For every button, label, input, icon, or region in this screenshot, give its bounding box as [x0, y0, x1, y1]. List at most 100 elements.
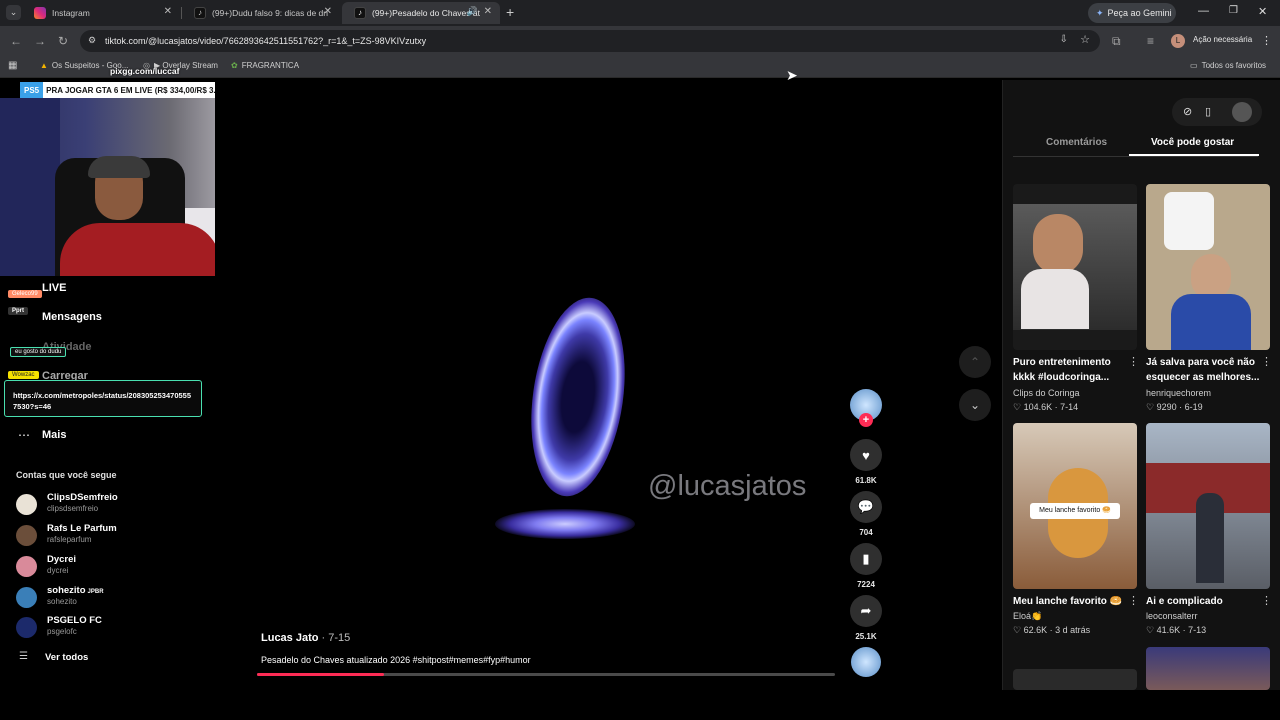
card-title[interactable]: Puro entretenimento kkkk #loudcoringa... [1013, 355, 1131, 385]
restore-button[interactable]: ❐ [1229, 5, 1238, 16]
account-name: Dycrei [47, 554, 77, 565]
reload-icon[interactable]: ↻ [58, 34, 68, 48]
account-item[interactable]: PSGELO FC psgelofc [16, 615, 216, 641]
tab-search-icon[interactable]: ⌄ [6, 5, 21, 20]
avatar[interactable]: L [1171, 34, 1185, 48]
back-icon[interactable]: ← [10, 34, 22, 48]
video-thumbnail[interactable] [1013, 184, 1137, 350]
chevron-down-icon: ⌄ [969, 398, 981, 412]
all-favorites[interactable]: ▭ Todos os favoritos [1190, 61, 1266, 70]
explore-icon[interactable]: ⊘ [1183, 105, 1192, 118]
more-icon[interactable]: ⋮ [1128, 355, 1139, 368]
extensions-icon[interactable]: ⧉ [1112, 34, 1121, 49]
like-button[interactable]: ♥ [850, 439, 882, 471]
tab-title: Instagram [52, 8, 90, 18]
card-title[interactable]: Meu lanche favorito 🥯 [1013, 594, 1131, 609]
media-icon[interactable]: ≡ [1147, 34, 1154, 48]
close-icon[interactable]: ✕ [324, 6, 332, 17]
tab-dudu[interactable]: ♪ (99+)Dudu falso 9: dicas de dri ✕ [182, 2, 340, 24]
link-popup[interactable]: https://x.com/metropoles/status/20830525… [4, 380, 202, 417]
card-title[interactable]: Já salva para você não esquecer as melho… [1146, 355, 1264, 385]
next-video-button[interactable]: ⌄ [959, 389, 991, 421]
nav-live[interactable]: LIVE [42, 282, 66, 294]
music-disc-icon[interactable] [851, 647, 881, 677]
tiktok-icon: ♪ [354, 7, 366, 19]
video-author[interactable]: Lucas Jato · 7-15 [261, 632, 350, 644]
person-shirt [60, 223, 220, 276]
install-icon[interactable]: ⇩ [1060, 34, 1068, 45]
action-needed-button[interactable]: Ação necessária [1193, 35, 1252, 44]
url-field[interactable]: ⚙ tiktok.com/@lucasjatos/video/766289364… [80, 30, 1100, 52]
account-item[interactable]: sohezito JPBR sohezito [16, 585, 216, 611]
avatar [16, 587, 37, 608]
account-name: PSGELO FC [47, 615, 102, 626]
progress-fill [257, 673, 385, 676]
account-name: ClipsDSemfreio [47, 492, 118, 503]
video-thumbnail[interactable] [1146, 423, 1270, 589]
account-item[interactable]: ClipsDSemfreio clipsdsemfreio [16, 492, 216, 518]
tab-title: (99+)Pesadelo do Chaves at [372, 8, 480, 18]
site-info-icon[interactable]: ⚙ [88, 35, 96, 46]
close-icon[interactable]: ✕ [484, 6, 492, 17]
list-icon: ☰ [19, 651, 28, 662]
heart-icon: ♥ [862, 447, 870, 463]
tab-suggested[interactable]: Você pode gostar [1151, 137, 1234, 148]
account-badge: JPBR [87, 589, 104, 595]
video-thumbnail[interactable] [1146, 647, 1270, 690]
more-icon[interactable]: ⋮ [1128, 594, 1139, 607]
account-item[interactable]: Dycrei dycrei [16, 554, 216, 580]
thumb-face [1033, 214, 1083, 274]
device-icon[interactable]: ▯ [1205, 105, 1211, 118]
more-icon[interactable]: ⋮ [1261, 355, 1272, 368]
video-progress-bar[interactable] [257, 673, 835, 676]
forward-icon[interactable]: → [34, 34, 46, 48]
minimize-button[interactable]: — [1198, 5, 1209, 17]
save-button[interactable]: ▮ [850, 543, 882, 575]
chat-tag: Geleco99 [8, 290, 42, 298]
speaker-icon[interactable]: 🔊 [467, 6, 478, 17]
chat-tag: Pprt [8, 307, 28, 315]
apps-icon[interactable]: ▦ [8, 60, 17, 71]
card-author[interactable]: Eloá👏 [1013, 611, 1042, 622]
bookmarks-bar: ▦ ▲ Os Suspeitos - Goo... ◎ ▶ Overlay St… [0, 56, 1280, 78]
close-icon[interactable]: ✕ [164, 6, 172, 17]
tab-instagram[interactable]: Instagram ✕ [22, 2, 180, 24]
close-window-button[interactable]: ✕ [1258, 5, 1267, 18]
thumb-shirt [1021, 269, 1089, 329]
follow-plus-icon[interactable]: + [859, 413, 873, 427]
video-thumbnail[interactable] [1013, 669, 1137, 690]
portal-glow [495, 509, 635, 539]
video-thumbnail[interactable] [1146, 184, 1270, 350]
video-thumbnail[interactable]: Meu lanche favorito 🥯 [1013, 423, 1137, 589]
card-stats: ♡ 104.6K · 7-14 [1013, 402, 1079, 412]
thumb-overlay-text: Meu lanche favorito 🥯 [1030, 503, 1120, 519]
account-name: sohezito JPBR [47, 585, 104, 596]
card-author[interactable]: leoconsalterr [1146, 611, 1198, 621]
account-name: Rafs Le Parfum [47, 523, 117, 534]
gemini-label: Peça ao Gemini [1107, 8, 1172, 18]
video-caption: Pesadelo do Chaves atualizado 2026 #shit… [261, 655, 531, 665]
see-all-link[interactable]: Ver todos [45, 652, 88, 663]
avatar [16, 494, 37, 515]
tab-pesadelo[interactable]: ♪ (99+)Pesadelo do Chaves at 🔊 ✕ [342, 2, 500, 24]
tab-comments[interactable]: Comentários [1046, 137, 1107, 148]
more-icon[interactable]: ⋯ [18, 428, 30, 442]
previous-video-button[interactable]: ⌃ [959, 346, 991, 378]
share-button[interactable]: ➦ [850, 595, 882, 627]
card-author[interactable]: henriquechorem [1146, 388, 1211, 398]
avatar [16, 556, 37, 577]
avatar[interactable] [1232, 102, 1252, 122]
gemini-button[interactable]: ✦ Peça ao Gemini [1088, 3, 1176, 23]
bookmark-fragrantica[interactable]: ✿ FRAGRANTICA [231, 61, 299, 70]
card-title[interactable]: Ai e complicado [1146, 594, 1264, 609]
menu-icon[interactable]: ⋮ [1261, 34, 1272, 47]
avatar [16, 525, 37, 546]
star-icon[interactable]: ☆ [1080, 33, 1090, 46]
card-author[interactable]: Clips do Coringa [1013, 388, 1080, 398]
more-icon[interactable]: ⋮ [1261, 594, 1272, 607]
new-tab-button[interactable]: + [506, 4, 514, 20]
nav-messages[interactable]: Mensagens [42, 311, 102, 323]
comment-button[interactable]: 💬 [850, 491, 882, 523]
nav-more[interactable]: Mais [42, 429, 66, 441]
account-item[interactable]: Rafs Le Parfum rafsleparfum [16, 523, 216, 549]
